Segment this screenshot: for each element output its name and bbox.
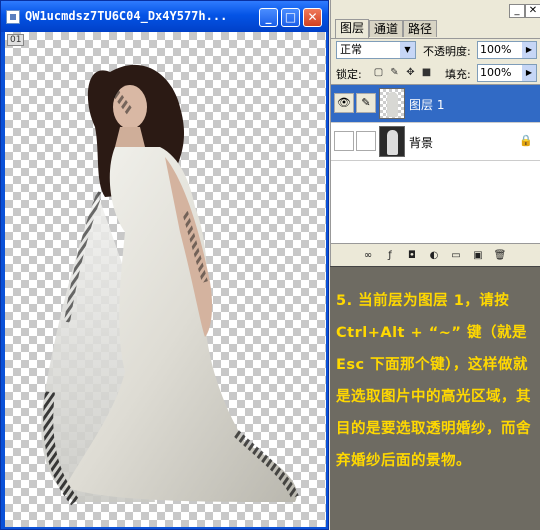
- tab-paths[interactable]: 路径: [403, 20, 438, 37]
- layer-row-background[interactable]: 背景 🔒: [331, 123, 540, 161]
- chevron-down-icon: ▼: [400, 42, 415, 58]
- layer-name: 图层 1: [409, 98, 445, 112]
- chevron-right-icon: ▶: [522, 42, 536, 58]
- layer-style-icon[interactable]: ƒ: [383, 249, 397, 263]
- panel-minimize-button[interactable]: _: [509, 4, 525, 18]
- document-icon: [6, 10, 20, 24]
- panel-tabs: 图层 通道 路径: [331, 18, 540, 39]
- tab-layers[interactable]: 图层: [335, 19, 370, 38]
- visibility-toggle[interactable]: [334, 131, 354, 151]
- image-canvas[interactable]: 01: [5, 32, 326, 527]
- brush-icon[interactable]: ✎: [356, 93, 376, 113]
- blend-row: 正常 ▼ 不透明度: 100% ▶: [331, 38, 540, 62]
- new-layer-icon[interactable]: ▣: [471, 249, 485, 263]
- instruction-box: 5. 当前层为图层 1，请按 Ctrl+Alt + “~” 键（就是 Esc 下…: [330, 266, 540, 530]
- tab-channels[interactable]: 通道: [369, 20, 404, 37]
- document-window: QW1ucmdsz7TU6C04_Dx4Y577h... _ □ ✕ 01: [0, 0, 329, 530]
- lock-position-icon[interactable]: ✥: [405, 67, 416, 78]
- layer-thumbnail: [379, 88, 405, 119]
- document-title: QW1ucmdsz7TU6C04_Dx4Y577h...: [25, 9, 228, 23]
- fill-label: 填充:: [445, 68, 471, 81]
- opacity-value: 100%: [480, 43, 512, 56]
- lock-icon: 🔒: [519, 134, 533, 147]
- folder-icon[interactable]: ▭: [449, 249, 463, 263]
- adjustment-icon[interactable]: ◐: [427, 249, 441, 263]
- opacity-input[interactable]: 100% ▶: [477, 41, 537, 59]
- instruction-text: 5. 当前层为图层 1，请按 Ctrl+Alt + “~” 键（就是 Esc 下…: [336, 293, 531, 469]
- layer-thumbnail: [379, 126, 405, 157]
- lock-label: 锁定:: [336, 68, 362, 81]
- maximize-button[interactable]: □: [281, 8, 300, 27]
- fill-input[interactable]: 100% ▶: [477, 64, 537, 82]
- bride-figure: [41, 64, 299, 506]
- panel-close-button[interactable]: ✕: [525, 4, 540, 18]
- blend-mode-select[interactable]: 正常 ▼: [336, 41, 416, 59]
- layer-row-layer1[interactable]: 👁 ✎ 图层 1: [331, 85, 540, 123]
- lock-pixels-icon[interactable]: ✎: [389, 67, 400, 78]
- document-titlebar[interactable]: QW1ucmdsz7TU6C04_Dx4Y577h... _ □ ✕: [1, 1, 328, 32]
- blend-mode-value: 正常: [340, 43, 362, 56]
- mask-icon[interactable]: ◘: [405, 249, 419, 263]
- layer-name: 背景: [409, 136, 434, 150]
- trash-icon[interactable]: 🗑: [493, 249, 507, 263]
- layers-panel: _ ✕ 图层 通道 路径 正常 ▼ 不透明度: 100% ▶ 锁定: ▢ ✎ ✥…: [330, 0, 540, 266]
- fill-value: 100%: [480, 66, 512, 79]
- eye-icon[interactable]: 👁: [334, 93, 354, 113]
- close-button[interactable]: ✕: [303, 8, 322, 27]
- lock-row: 锁定: ▢ ✎ ✥ ■ 填充: 100% ▶: [331, 61, 540, 85]
- minimize-button[interactable]: _: [259, 8, 278, 27]
- link-icon[interactable]: ∞: [361, 249, 375, 263]
- lock-all-icon[interactable]: ■: [421, 67, 432, 78]
- chevron-right-icon: ▶: [522, 65, 536, 81]
- lock-transparency-icon[interactable]: ▢: [373, 67, 384, 78]
- layers-bottom-bar: ∞ ƒ ◘ ◐ ▭ ▣ 🗑: [331, 246, 540, 266]
- layers-list: 👁 ✎ 图层 1 背景 🔒: [331, 84, 540, 244]
- opacity-label: 不透明度:: [423, 45, 471, 58]
- link-toggle[interactable]: [356, 131, 376, 151]
